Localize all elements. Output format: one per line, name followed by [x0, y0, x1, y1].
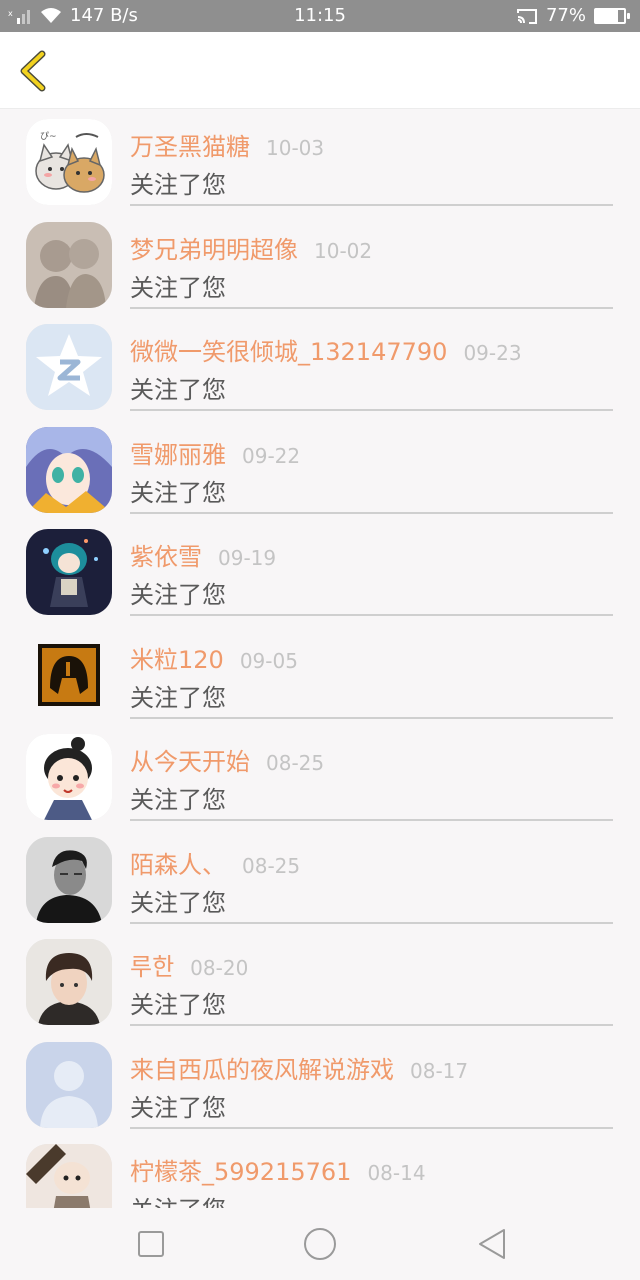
date: 10-03	[266, 136, 325, 160]
username[interactable]: 柠檬茶_599215761	[130, 1158, 351, 1186]
action-text: 关注了您	[130, 581, 226, 609]
chevron-left-icon	[20, 50, 46, 92]
qq-zone-avatar[interactable]	[26, 324, 112, 410]
anime-girl-avatar[interactable]	[26, 426, 112, 513]
list-item[interactable]: 雪娜丽雅 09-22 关注了您	[0, 417, 640, 520]
status-bar: x 147 B/s 11:15 77%	[0, 0, 640, 32]
list-item[interactable]: 紫依雪 09-19 关注了您	[0, 519, 640, 622]
username[interactable]: 루한	[130, 953, 174, 981]
recents-button[interactable]	[133, 1226, 169, 1262]
date: 09-23	[463, 341, 522, 365]
item-text: 来自西瓜的夜风解说游戏 08-17 关注了您	[130, 1032, 613, 1129]
triangle-back-icon	[479, 1229, 505, 1259]
list-item[interactable]: 米粒120 09-05 关注了您	[0, 622, 640, 725]
man-photo-avatar[interactable]	[26, 836, 112, 923]
square-icon	[138, 1231, 164, 1257]
chibi-avatar[interactable]	[26, 529, 112, 615]
username[interactable]: 雪娜丽雅	[130, 441, 226, 469]
username[interactable]: 米粒120	[130, 646, 224, 674]
date: 08-25	[266, 751, 325, 775]
action-text: 关注了您	[130, 786, 226, 814]
action-text: 关注了您	[130, 888, 226, 917]
cartoon-avatar[interactable]	[26, 1144, 112, 1208]
default-avatar[interactable]	[26, 1041, 112, 1128]
list-item[interactable]: 从今天开始 08-25 关注了您	[0, 724, 640, 827]
action-text: 关注了您	[130, 991, 226, 1019]
item-text: 微微一笑很倾城_132147790 09-23 关注了您	[130, 314, 613, 411]
sketch-avatar[interactable]	[26, 221, 112, 308]
item-text: 从今天开始 08-25 关注了您	[130, 724, 613, 821]
item-text: 米粒120 09-05 关注了您	[130, 622, 613, 719]
list-item[interactable]: 来自西瓜的夜风解说游戏 08-17 关注了您	[0, 1032, 640, 1135]
username[interactable]: 从今天开始	[130, 748, 250, 776]
list-item[interactable]: 梦兄弟明明超像 10-02 关注了您	[0, 212, 640, 315]
cartoon-boy-avatar[interactable]	[26, 734, 112, 820]
action-text: 关注了您	[130, 171, 226, 199]
date: 09-19	[218, 546, 277, 570]
header	[0, 32, 640, 109]
list-item[interactable]: 微微一笑很倾城_132147790 09-23 关注了您	[0, 314, 640, 417]
date: 10-02	[314, 238, 373, 263]
back-button[interactable]	[12, 48, 58, 94]
status-right: 77%	[516, 5, 632, 26]
item-text: 紫依雪 09-19 关注了您	[130, 519, 613, 616]
item-text: 万圣黑猫糖 10-03 关注了您	[130, 109, 613, 206]
battery-percent: 77%	[545, 5, 586, 26]
item-text: 柠檬茶_599215761 08-14 关注了您	[130, 1134, 613, 1208]
navigation-bar	[0, 1208, 640, 1280]
item-text: 梦兄弟明明超像 10-02 关注了您	[130, 212, 613, 309]
date: 08-20	[190, 956, 249, 980]
list-item[interactable]: 루한 08-20 关注了您	[0, 929, 640, 1032]
action-text: 关注了您	[130, 1093, 226, 1122]
username[interactable]: 万圣黑猫糖	[130, 133, 250, 161]
date: 09-22	[242, 443, 301, 468]
list-item[interactable]: 陌森人、 08-25 关注了您	[0, 827, 640, 930]
username[interactable]: 来自西瓜的夜风解说游戏	[130, 1056, 394, 1084]
item-text: 루한 08-20 关注了您	[130, 929, 613, 1026]
helmet-avatar[interactable]	[26, 632, 112, 718]
action-text: 关注了您	[130, 376, 226, 404]
username[interactable]: 梦兄弟明明超像	[130, 236, 298, 264]
young-man-avatar[interactable]	[26, 939, 112, 1025]
back-nav-button[interactable]	[474, 1226, 510, 1262]
action-text: 关注了您	[130, 683, 226, 712]
cats-avatar[interactable]: ぴ~	[26, 119, 112, 205]
follower-list[interactable]: ぴ~ 万圣黑猫糖 10-03 关注了您 梦兄弟明明超像 10-02 关注了您 微…	[0, 109, 640, 1208]
circle-icon	[304, 1228, 336, 1260]
date: 09-05	[239, 648, 298, 673]
action-text: 关注了您	[130, 273, 226, 302]
username[interactable]: 微微一笑很倾城_132147790	[130, 338, 447, 366]
cast-icon	[516, 7, 538, 25]
date: 08-25	[242, 853, 301, 878]
date: 08-14	[367, 1161, 426, 1185]
date: 08-17	[410, 1058, 469, 1083]
home-button[interactable]	[302, 1226, 338, 1262]
username[interactable]: 陌森人、	[130, 851, 226, 879]
list-item[interactable]: 柠檬茶_599215761 08-14 关注了您	[0, 1134, 640, 1208]
username[interactable]: 紫依雪	[130, 543, 202, 571]
action-text: 关注了您	[130, 1190, 226, 1208]
battery-icon	[594, 7, 632, 25]
action-text: 关注了您	[130, 478, 226, 507]
item-text: 雪娜丽雅 09-22 关注了您	[130, 417, 613, 514]
svg-text:ぴ~: ぴ~	[40, 131, 57, 142]
list-item[interactable]: ぴ~ 万圣黑猫糖 10-03 关注了您	[0, 109, 640, 212]
item-text: 陌森人、 08-25 关注了您	[130, 827, 613, 924]
